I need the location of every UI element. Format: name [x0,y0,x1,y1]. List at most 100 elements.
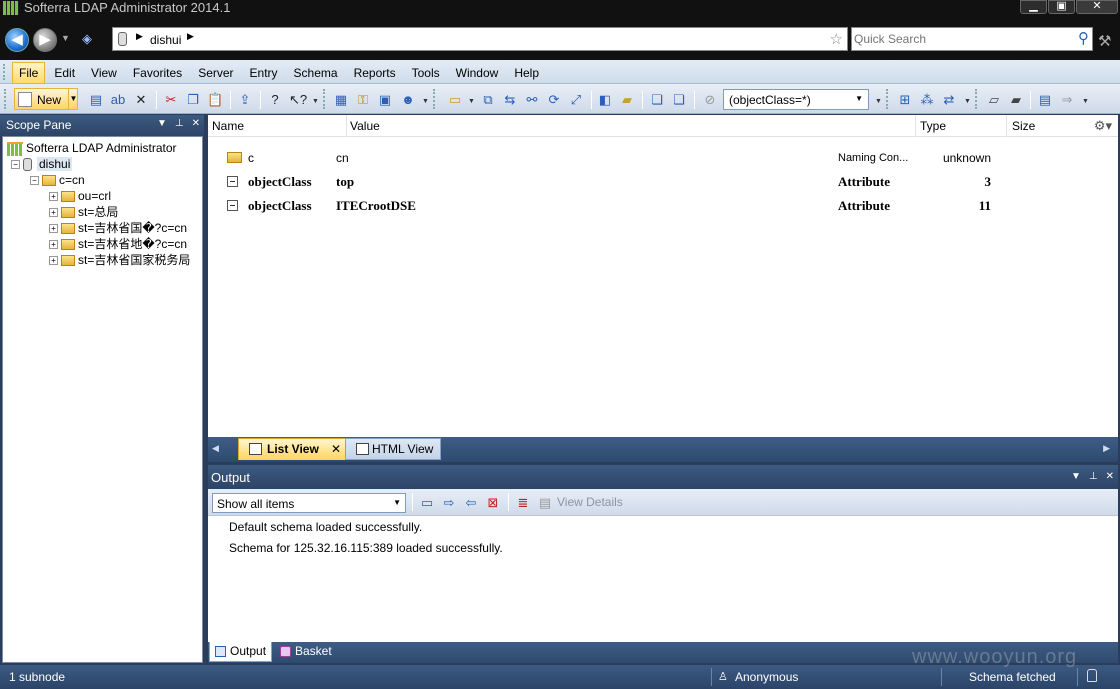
report-icon[interactable]: ▤ [1037,92,1053,107]
open-folder-icon[interactable]: ▰ [619,92,635,107]
new-button[interactable]: New ▼ [14,88,78,110]
pin-icon[interactable]: ⊥ [1089,471,1098,482]
move-entry-icon[interactable]: ⇆ [502,92,518,107]
filter-combobox[interactable]: (objectClass=*) ▼ [723,89,869,110]
breadcrumb-separator-icon[interactable]: ▶ [136,31,143,42]
browse-icon[interactable]: ◧ [597,92,613,107]
column-settings-icon[interactable]: ⚙▾ [1094,118,1112,134]
toolbar-grip[interactable] [323,89,326,109]
tree-item-child[interactable]: + st=吉林省地�?c=cn [49,236,187,252]
list-row[interactable]: objectClass top Attribute 3 [208,172,1118,192]
pane-close-icon[interactable]: ✕ [192,118,200,129]
tab-list-view[interactable]: List View ✕ [238,438,346,460]
log-all-icon[interactable]: ▰ [1008,92,1024,107]
tab-html-view[interactable]: HTML View [345,438,441,460]
schema-icon[interactable]: ⊞ [897,92,913,107]
export-icon[interactable]: ⇪ [237,92,253,107]
user-icon[interactable]: ☻ [400,92,416,107]
tree-item-server[interactable]: − dishui [11,156,73,172]
new-entry-toolbar-icon[interactable]: ▦ [333,92,349,107]
context-help-icon[interactable]: ↖? [289,92,307,107]
toolbar-grip[interactable] [975,89,978,109]
menu-reports[interactable]: Reports [347,62,403,84]
tree-item-root[interactable]: Softerra LDAP Administrator [7,140,177,156]
copy-entry-icon[interactable]: ⧉ [480,92,496,107]
menu-grip[interactable] [3,64,6,80]
search-icon[interactable]: ⚲ [1078,29,1089,47]
menu-help[interactable]: Help [507,62,546,84]
scroll-tabs-left-icon[interactable]: ◀ [212,443,219,454]
message-icon[interactable]: ▭ [419,495,435,510]
expand-icon[interactable]: + [49,256,58,266]
breadcrumb-separator-icon[interactable]: ▶ [187,31,194,42]
minimize-button[interactable]: ▁ [1020,0,1047,14]
cut-icon[interactable]: ✂ [163,92,179,107]
pane-menu-icon[interactable]: ▼ [157,118,167,129]
toolbar-overflow-icon[interactable]: ▼ [312,98,319,105]
favorite-star-icon[interactable]: ☆ [830,30,843,48]
breadcrumb-item[interactable]: dishui [150,33,181,47]
rename-icon[interactable]: ab [110,92,126,107]
folder-icon[interactable]: ▭ [447,92,463,107]
menu-favorites[interactable]: Favorites [126,62,189,84]
copy-icon[interactable]: ❐ [185,92,201,107]
menu-server[interactable]: Server [191,62,240,84]
password-icon[interactable]: ⚿ [355,92,371,107]
schema-refresh-icon[interactable]: ⇄ [941,92,957,107]
delete-icon[interactable]: ✕ [133,92,149,107]
output-filter-select[interactable]: Show all items ▼ [212,493,406,513]
dropdown-icon[interactable]: ▼ [393,498,401,507]
column-separator[interactable] [346,115,347,137]
toolbar-overflow-icon[interactable]: ▼ [875,98,882,105]
pane-close-icon[interactable]: ✕ [1106,471,1114,482]
folder-dropdown-icon[interactable]: ▼ [468,98,475,105]
message-back-icon[interactable]: ⇦ [463,495,479,510]
pin-icon[interactable]: ⊥ [175,118,184,129]
toolbar-overflow-icon[interactable]: ▼ [1082,98,1089,105]
expand-icon[interactable]: + [49,224,58,234]
close-tab-icon[interactable]: ✕ [331,439,341,459]
quick-search-input[interactable] [854,30,1064,48]
column-name[interactable]: Name [212,119,244,133]
list-row[interactable]: c cn Naming Con... unknown [208,148,1118,168]
toolbar-grip[interactable] [433,89,436,109]
log-icon[interactable]: ▱ [986,92,1002,107]
tree-item-child[interactable]: + st=总局 [49,204,118,220]
help-icon[interactable]: ? [267,92,283,107]
paste-icon[interactable]: 📋 [207,92,223,107]
column-separator[interactable] [1006,115,1007,137]
maximize-button[interactable]: ▣ [1048,0,1075,14]
tree-item-child[interactable]: + ou=crl [49,188,111,204]
clear-filter-icon[interactable]: ⊘ [702,92,718,107]
history-dropdown-icon[interactable]: ▼ [61,33,70,43]
compare-icon[interactable]: ⚯ [524,92,540,107]
chart-icon[interactable]: ▣ [377,92,393,107]
toolbar-overflow-icon[interactable]: ▼ [964,98,971,105]
clear-all-icon[interactable]: ≣ [515,495,531,510]
expand-icon[interactable]: + [49,192,58,202]
details-icon[interactable]: ▤ [537,495,553,510]
column-type[interactable]: Type [920,119,946,133]
tree-item-base[interactable]: − c=cn [30,172,85,188]
filter-dropdown-icon[interactable]: ▼ [855,94,863,103]
menu-window[interactable]: Window [449,62,506,84]
window-copy-icon[interactable]: ❏ [649,92,665,107]
expand-icon[interactable]: + [49,240,58,250]
forward-button[interactable]: ▶ [33,28,57,52]
close-button[interactable]: ✕ [1076,0,1118,14]
tree-item-child[interactable]: + st=吉林省国家税务局 [49,252,190,268]
tree-item-child[interactable]: + st=吉林省国�?c=cn [49,220,187,236]
tools-icon[interactable]: ⚒ [1098,32,1111,50]
sync-icon[interactable]: ⟳ [546,92,562,107]
menu-entry[interactable]: Entry [243,62,285,84]
column-separator[interactable] [915,115,916,137]
report-run-icon[interactable]: ⇒ [1059,92,1075,107]
view-details-button[interactable]: View Details [557,495,623,509]
message-clear-icon[interactable]: ⊠ [485,495,501,510]
menu-schema[interactable]: Schema [287,62,345,84]
back-button[interactable]: ◀ [5,28,29,52]
list-row[interactable]: objectClass ITECrootDSE Attribute 11 [208,196,1118,216]
collapse-icon[interactable]: − [11,160,20,170]
schema-class-icon[interactable]: ⁂ [919,92,935,107]
window-paste-icon[interactable]: ❑ [671,92,687,107]
